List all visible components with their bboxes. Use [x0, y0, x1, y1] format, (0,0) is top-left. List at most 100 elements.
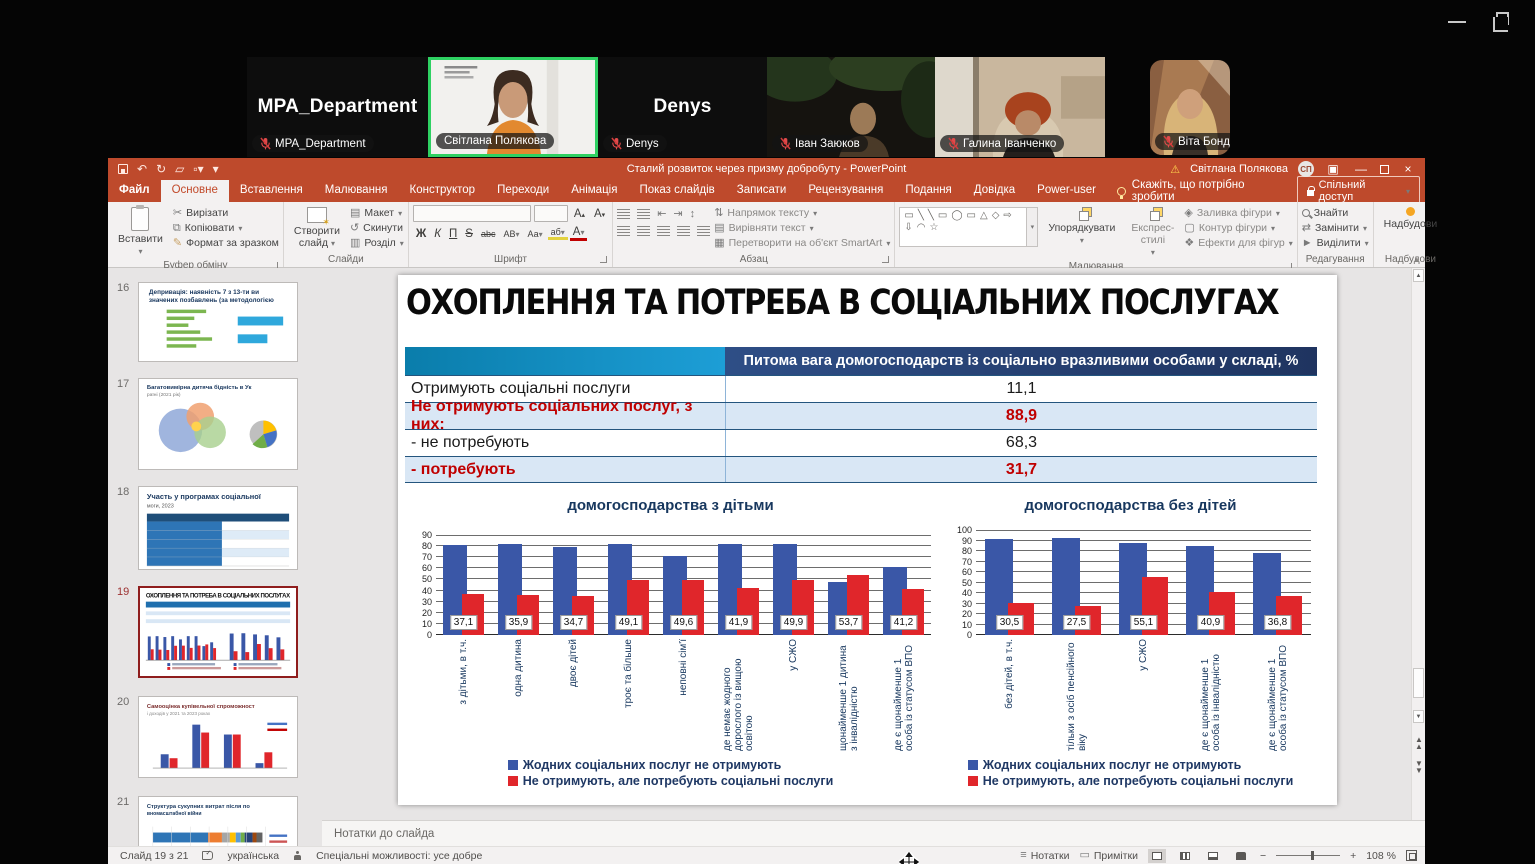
tab-довідка[interactable]: Довідка [963, 180, 1026, 202]
quick-styles-button[interactable]: Експрес-стилі▾ [1125, 205, 1180, 259]
tab-file[interactable]: Файл [108, 180, 161, 202]
avatar[interactable]: СП [1298, 161, 1314, 177]
tab-основне[interactable]: Основне [161, 180, 229, 202]
font-color-button[interactable]: А▾ [570, 226, 588, 241]
fit-to-window-icon[interactable] [1406, 850, 1417, 861]
tab-малювання[interactable]: Малювання [314, 180, 399, 202]
shape-effects-button[interactable]: ❖Ефекти для фігур▾ [1184, 237, 1292, 249]
scroll-down-icon[interactable]: ▼ [1413, 710, 1424, 723]
new-slide-button[interactable]: Створитислайд ▾ [288, 205, 346, 251]
cut-button[interactable]: ✂Вирізати [173, 207, 279, 219]
thumbnail-preview[interactable]: Самооцінка купівельної спроможності дохо… [138, 696, 298, 778]
text-direction-button[interactable]: ⇅Напрямок тексту▾ [714, 207, 890, 219]
shapes-icon[interactable]: ▫▾ [193, 163, 203, 175]
participant-tile-3[interactable]: DenysDenys [598, 57, 767, 157]
bold-button[interactable]: Ж [413, 228, 429, 240]
zoom-slider[interactable] [1276, 855, 1340, 856]
save-icon[interactable] [118, 164, 128, 174]
replace-button[interactable]: ⇄Замінити▾ [1302, 222, 1369, 234]
char-spacing-button[interactable]: АВ▾ [500, 229, 522, 239]
zoom-level[interactable]: 108 % [1366, 850, 1396, 862]
thumbnail-preview[interactable]: ОХОПЛЕННЯ ТА ПОТРЕБА В СОЦІАЛЬНИХ ПОСЛУГ… [138, 586, 298, 678]
change-case-button[interactable]: Аа▾ [524, 229, 545, 239]
spellcheck-icon[interactable] [202, 851, 213, 860]
bullets-icon[interactable] [617, 209, 630, 219]
scrollbar-thumb[interactable] [1413, 668, 1424, 698]
close-icon[interactable]: × [1399, 162, 1417, 176]
shapes-gallery[interactable]: ▭╲╲▭◯▭ △◇⇨⇩◠☆ [899, 207, 1027, 247]
dialog-launcher-icon[interactable] [882, 256, 889, 263]
tab-записати[interactable]: Записати [726, 180, 798, 202]
copy-button[interactable]: ⧉Копіювати▾ [173, 222, 279, 234]
zoom-in-button[interactable]: + [1350, 850, 1356, 862]
participant-tile-4[interactable]: Іван Заюков [767, 57, 935, 157]
tab-рецензування[interactable]: Рецензування [797, 180, 894, 202]
dialog-launcher-icon[interactable] [600, 256, 607, 263]
thumbnail-preview[interactable]: Депривація: наявність 7 з 13-ти визначен… [138, 282, 298, 362]
participant-tile-5[interactable]: Галина Іванченко [935, 57, 1105, 157]
shape-fill-button[interactable]: ◈Заливка фігури▾ [1184, 207, 1292, 219]
font-name-input[interactable] [413, 205, 531, 222]
accessibility-status[interactable]: Спеціальні можливості: усе добре [316, 850, 482, 862]
find-button[interactable]: Знайти [1302, 207, 1369, 219]
align-right-icon[interactable] [657, 226, 670, 236]
increase-indent-icon[interactable]: ⇥ [673, 209, 682, 220]
thumbnail-preview[interactable]: Багатовимірна дитяча бідність в Україні … [138, 378, 298, 470]
minimize-icon[interactable]: — [1352, 162, 1370, 176]
line-spacing-icon[interactable]: ↕ [690, 209, 696, 220]
convert-smartart-button[interactable]: ▦Перетворити на об'єкт SmartArt▾ [714, 237, 890, 249]
slideshow-icon[interactable]: ▱ [175, 163, 184, 175]
tab-power-user[interactable]: Power-user [1026, 180, 1107, 202]
shapes-gallery-scroll[interactable]: ▾ [1027, 207, 1038, 247]
decrease-indent-icon[interactable]: ⇤ [657, 209, 666, 220]
participant-tile-6[interactable]: Віта Бондар [1150, 60, 1230, 155]
tab-подання[interactable]: Подання [894, 180, 962, 202]
arrange-button[interactable]: Упорядкувати▾ [1042, 205, 1121, 247]
app-restore-icon[interactable] [1496, 12, 1509, 25]
tab-анімація[interactable]: Анімація [560, 180, 628, 202]
reset-button[interactable]: ↺Скинути [350, 222, 404, 234]
main-scrollbar[interactable]: ▲ ▼ ▲▲ ▼▼ [1411, 268, 1425, 820]
tab-конструктор[interactable]: Конструктор [399, 180, 487, 202]
strikethrough-button[interactable]: S [462, 228, 476, 240]
columns-icon[interactable] [697, 226, 710, 236]
shape-outline-button[interactable]: ▢Контур фігури▾ [1184, 222, 1292, 234]
tab-переходи[interactable]: Переходи [486, 180, 560, 202]
thumbnail-preview[interactable]: Участь у програмах соціальної моги, 2023 [138, 486, 298, 570]
select-button[interactable]: ►Виділити▾ [1302, 237, 1369, 249]
format-painter-button[interactable]: ✎Формат за зразком [173, 237, 279, 249]
align-left-icon[interactable] [617, 226, 630, 236]
shrink-font-button[interactable]: А▾ [591, 208, 608, 220]
numbering-icon[interactable] [637, 209, 650, 219]
text-highlight-button[interactable]: аб▾ [548, 227, 568, 240]
tab-вставлення[interactable]: Вставлення [229, 180, 314, 202]
participant-tile-2[interactable]: Світлана Полякова [428, 57, 598, 157]
ribbon-options-icon[interactable]: ▣ [1324, 162, 1342, 176]
tell-me[interactable]: Скажіть, що потрібно зробити [1107, 180, 1297, 202]
tab-показ-слайдів[interactable]: Показ слайдів [628, 180, 725, 202]
section-button[interactable]: ▥Розділ▾ [350, 237, 404, 249]
zoom-out-button[interactable]: − [1260, 850, 1266, 862]
layout-button[interactable]: ▤Макет▾ [350, 207, 404, 219]
restore-icon[interactable] [1380, 165, 1389, 174]
scroll-up-icon[interactable]: ▲ [1413, 269, 1424, 282]
participant-tile-1[interactable]: MPA_DepartmentMPA_Department [247, 57, 428, 157]
slide-sorter-button[interactable] [1176, 849, 1194, 863]
slide[interactable]: ОХОПЛЕННЯ ТА ПОТРЕБА В СОЦІАЛЬНИХ ПОСЛУГ… [398, 275, 1337, 805]
paste-button[interactable]: Вставити▾ [112, 205, 169, 258]
slideshow-button[interactable] [1232, 849, 1250, 863]
grow-font-button[interactable]: А▴ [571, 208, 588, 220]
customize-qat-icon[interactable]: ▾ [213, 163, 219, 175]
redo-icon[interactable]: ↻ [156, 163, 166, 175]
undo-icon[interactable]: ↶ [137, 163, 147, 175]
thumbnail-preview[interactable]: Структура сукупних витрат після повномас… [138, 796, 298, 846]
notes-toggle[interactable]: ≡Нотатки [1020, 850, 1069, 862]
reading-view-button[interactable] [1204, 849, 1222, 863]
normal-view-button[interactable] [1148, 849, 1166, 863]
previous-slide-icon[interactable]: ▲▲ [1413, 736, 1425, 750]
clear-formatting-button[interactable]: abc [478, 229, 499, 239]
language-indicator[interactable]: українська [227, 850, 279, 862]
next-slide-icon[interactable]: ▼▼ [1413, 760, 1425, 774]
justify-icon[interactable] [677, 226, 690, 236]
align-center-icon[interactable] [637, 226, 650, 236]
